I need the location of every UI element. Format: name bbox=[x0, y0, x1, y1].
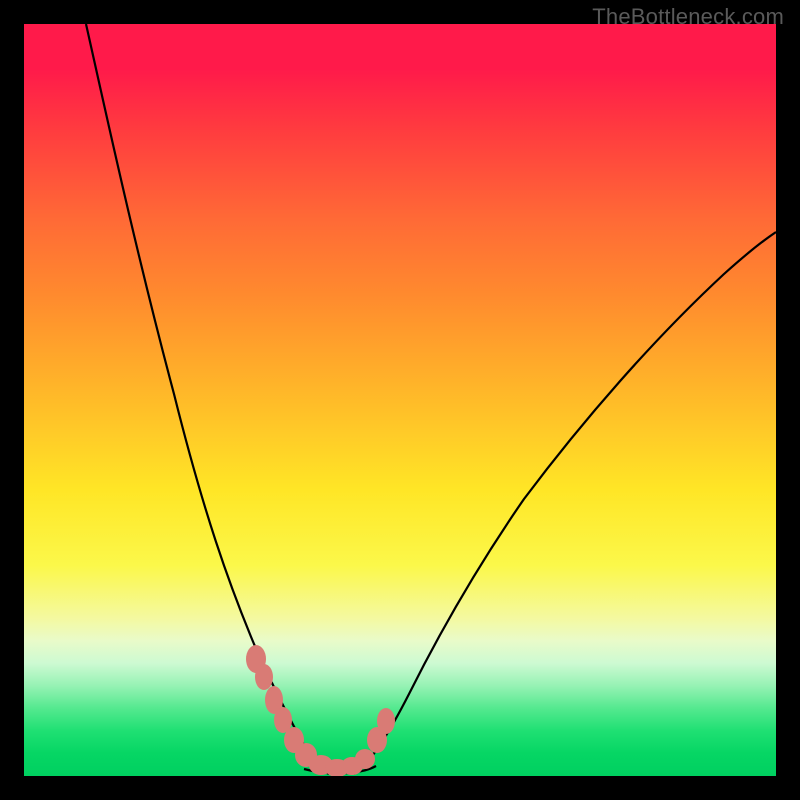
valley-markers bbox=[246, 645, 395, 776]
watermark-text: TheBottleneck.com bbox=[592, 4, 784, 30]
bottleneck-curve bbox=[24, 24, 776, 776]
curve-left-branch bbox=[86, 24, 329, 774]
curve-right-branch bbox=[354, 232, 776, 774]
